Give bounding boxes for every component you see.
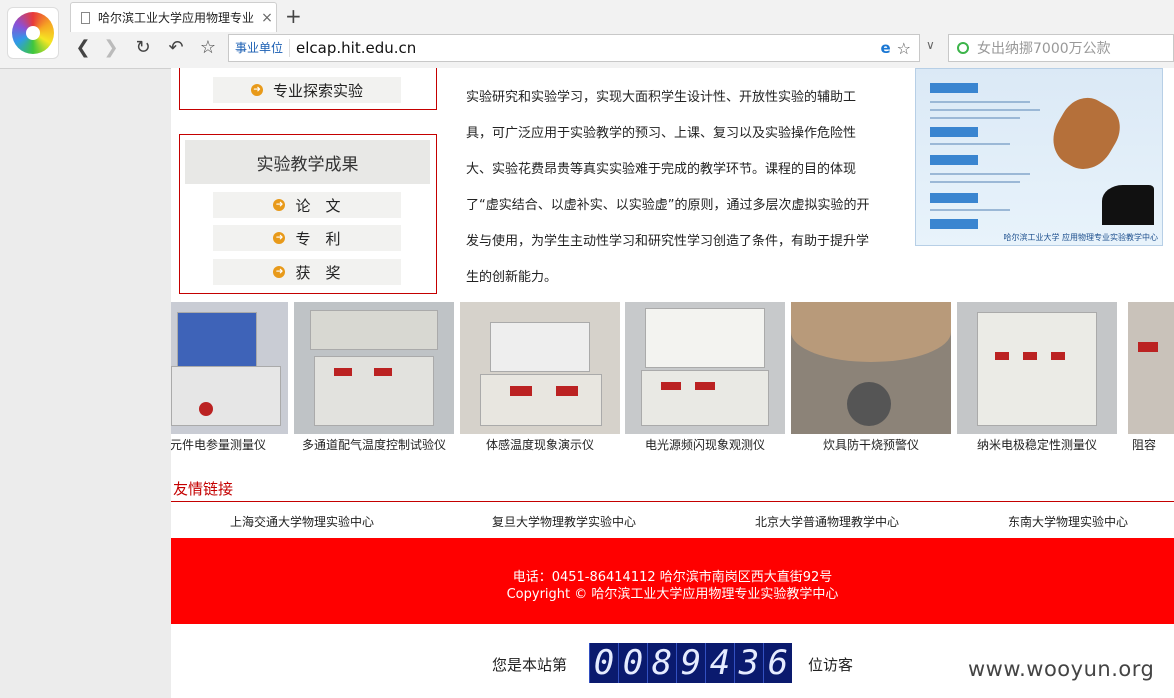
friend-link-pku[interactable]: 北京大学普通物理教学中心 (755, 513, 899, 530)
browser-logo-icon[interactable] (7, 7, 59, 59)
gallery-item[interactable]: 电光源频闪现象观测仪 (625, 302, 785, 453)
sidebar-box-explore: ➜ 专业探索实验 (179, 68, 437, 110)
new-tab-icon[interactable]: + (285, 4, 302, 28)
undo-icon[interactable]: ↶ (163, 36, 189, 60)
tab-title: 哈尔滨工业大学应用物理专业 (98, 11, 255, 25)
footer-copyright: Copyright © 哈尔滨工业大学应用物理专业实验教学中心 (506, 587, 839, 602)
instrument-photo (957, 302, 1117, 434)
watermark: www.wooyun.org (968, 657, 1155, 681)
forward-icon[interactable]: ❯ (98, 36, 124, 60)
gallery-caption: 体感温度现象演示仪 (485, 438, 594, 452)
counter-digit: 3 (734, 643, 763, 683)
gallery-item[interactable]: 多通道配气温度控制试验仪 (294, 302, 454, 453)
gallery-caption: 炊具防干烧预警仪 (822, 438, 919, 452)
site-type-badge: 事业单位 (229, 39, 291, 57)
counter-digit: 9 (676, 643, 705, 683)
back-icon[interactable]: ❮ (70, 36, 96, 60)
gallery-caption: 电光源频闪现象观测仪 (644, 438, 765, 452)
counter-digit: 0 (618, 643, 647, 683)
favorite-star-icon[interactable]: ☆ (897, 39, 911, 58)
acoustics-poster-image[interactable]: 哈尔滨工业大学 应用物理专业实验教学中心 (915, 68, 1163, 246)
arrow-right-icon: ➜ (273, 232, 286, 244)
sidebar-item-explore[interactable]: ➜ 专业探索实验 (213, 77, 401, 103)
tab-close-icon[interactable]: × (258, 10, 276, 26)
gallery-item[interactable]: 炊具防干烧预警仪 (791, 302, 951, 453)
chevron-down-icon[interactable]: ∨ (926, 38, 935, 52)
friend-link-fudan[interactable]: 复旦大学物理教学实验中心 (492, 513, 636, 530)
sidebar-item-awards[interactable]: ➜ 获 奖 (213, 259, 401, 285)
page-content: ➜ 专业探索实验 实验教学成果 ➜ 论 文 ➜ 专 利 ➜ 获 奖 实验研究和实… (171, 68, 1174, 698)
results-heading: 实验教学成果 (185, 140, 430, 184)
gallery-item[interactable]: 纳米电极稳定性测量仪 (957, 302, 1117, 453)
counter-digit: 8 (647, 643, 676, 683)
instrument-gallery: 元件电参量测量仪 多通道配气温度控制试验仪 体感温度现象演示仪 电光源频闪现象观… (171, 302, 1174, 456)
instrument-photo (294, 302, 454, 434)
page-icon (81, 11, 90, 24)
bookmark-star-icon[interactable]: ☆ (195, 36, 221, 60)
counter-digit: 0 (589, 643, 618, 683)
intro-paragraph: 实验研究和实验学习，实现大面积学生设计性、开放性实验的辅助工具，可广泛应用于实验… (466, 90, 870, 285)
instrument-photo (1128, 302, 1174, 434)
instrument-photo (460, 302, 620, 434)
gallery-item[interactable]: 体感温度现象演示仪 (460, 302, 620, 453)
gallery-caption: 纳米电极稳定性测量仪 (976, 438, 1097, 452)
instrument-photo (791, 302, 951, 434)
friend-links-title: 友情链接 (173, 480, 234, 498)
search-box[interactable]: 女出纳挪7000万公款 (948, 34, 1174, 62)
gallery-item[interactable]: 阻容 (1128, 302, 1174, 453)
visitor-counter: 0 0 8 9 4 3 6 (589, 643, 792, 683)
divider (171, 501, 1174, 502)
instrument-photo (625, 302, 785, 434)
reload-icon[interactable]: ↻ (130, 36, 156, 60)
counter-digit: 4 (705, 643, 734, 683)
violin-icon (1042, 88, 1130, 180)
friend-link-sjtu[interactable]: 上海交通大学物理实验中心 (230, 513, 374, 530)
search-engine-icon (957, 42, 969, 54)
visitor-prefix: 您是本站第 (492, 656, 568, 674)
friend-link-seu[interactable]: 东南大学物理实验中心 (1008, 513, 1128, 530)
piano-icon (1102, 185, 1154, 225)
gallery-caption: 阻容 (1132, 438, 1157, 452)
gallery-item[interactable]: 元件电参量测量仪 (171, 302, 288, 453)
visitor-suffix: 位访客 (808, 656, 854, 674)
ie-mode-icon[interactable]: e (880, 39, 890, 57)
arrow-right-icon: ➜ (250, 84, 263, 96)
sidebar-item-patents[interactable]: ➜ 专 利 (213, 225, 401, 251)
url-text[interactable]: elcap.hit.edu.cn (290, 39, 880, 57)
browser-chrome: 哈尔滨工业大学应用物理专业 × + ❮ ❯ ↻ ↶ ☆ 事业单位 elcap.h… (0, 0, 1174, 69)
poster-footer: 哈尔滨工业大学 应用物理专业实验教学中心 (1003, 233, 1158, 242)
browser-tab[interactable]: 哈尔滨工业大学应用物理专业 × (70, 2, 277, 32)
gallery-caption: 多通道配气温度控制试验仪 (301, 438, 446, 452)
counter-digit: 6 (763, 643, 792, 683)
sidebar-item-papers[interactable]: ➜ 论 文 (213, 192, 401, 218)
site-footer: 电话：0451-86414112 哈尔滨市南岗区西大直街92号 Copyrigh… (171, 538, 1174, 624)
arrow-right-icon: ➜ (273, 199, 286, 211)
address-bar[interactable]: 事业单位 elcap.hit.edu.cn e ☆ (228, 34, 920, 62)
gallery-caption: 元件电参量测量仪 (171, 438, 266, 452)
instrument-photo (171, 302, 288, 434)
arrow-right-icon: ➜ (273, 266, 286, 278)
search-input[interactable]: 女出纳挪7000万公款 (977, 38, 1111, 58)
sidebar-box-results: 实验教学成果 ➜ 论 文 ➜ 专 利 ➜ 获 奖 (179, 134, 437, 294)
